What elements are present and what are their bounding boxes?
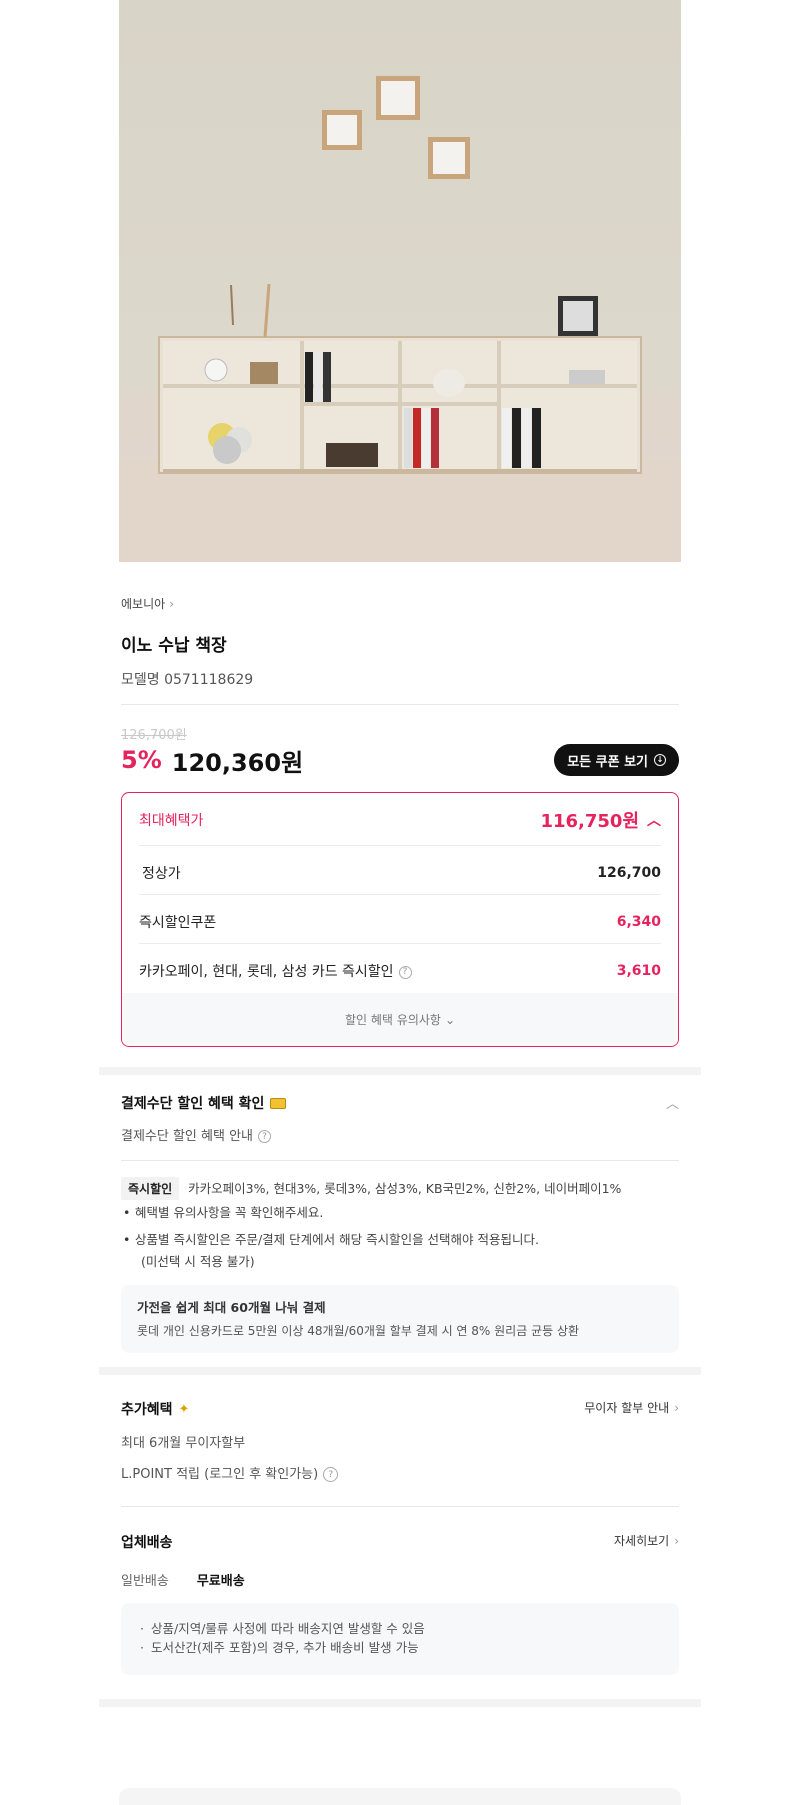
payment-note-extra: (미선택 시 적용 불가)	[141, 1254, 255, 1269]
instant-discount-chip: 즉시할인	[121, 1177, 180, 1200]
all-coupons-button[interactable]: 모든 쿠폰 보기 ↓	[554, 744, 679, 776]
benefit-row-label: 즉시할인쿠폰	[139, 915, 217, 931]
product-image	[119, 0, 681, 562]
section-divider	[99, 1067, 701, 1075]
divider	[139, 845, 661, 846]
discount-notice-label: 할인 혜택 유의사항	[344, 1013, 441, 1027]
benefit-row-value: 3,610	[616, 963, 661, 979]
benefit-row-label: 정상가	[142, 866, 181, 882]
payment-benefit-header[interactable]: 결제수단 할인 혜택 확인 ︿	[121, 1093, 679, 1113]
delivery-type: 일반배송 무료배송	[121, 1570, 679, 1589]
chevron-right-icon: ›	[674, 1533, 679, 1548]
section-divider	[99, 1699, 701, 1707]
help-icon: ?	[323, 1467, 339, 1482]
delivery-detail-link[interactable]: 자세히보기 ›	[614, 1532, 679, 1549]
help-icon: ?	[258, 1130, 271, 1143]
chevron-up-icon: ︿	[665, 1097, 679, 1112]
discount-rate: 5%	[121, 746, 162, 774]
lpoint-label: L.POINT 적립 (로그인 후 확인가능)	[121, 1467, 319, 1482]
instant-discount-line: 즉시할인 카카오페이3%, 현대3%, 롯데3%, 삼성3%, KB국민2%, 신…	[121, 1177, 679, 1200]
coupon-button-label: 모든 쿠폰 보기	[567, 754, 648, 770]
chevron-right-icon: ›	[674, 1400, 679, 1415]
help-icon[interactable]: ?	[398, 965, 412, 979]
installment-card: 가전을 쉽게 최대 60개월 나눠 결제 롯데 개인 신용카드로 5만원 이상 …	[121, 1285, 679, 1353]
delivery-note: 상품/지역/물류 사정에 따라 배송지연 발생할 수 있음	[137, 1619, 425, 1638]
discount-notice-toggle[interactable]: 할인 혜택 유의사항 ⌄	[122, 993, 678, 1046]
interest-free-link[interactable]: 무이자 할부 안내 ›	[584, 1399, 679, 1416]
delivery-detail-label: 자세히보기	[613, 1534, 670, 1548]
original-price: 126,700원	[121, 728, 187, 743]
price-line: 5% 120,360원 모든 쿠폰 보기 ↓	[121, 744, 679, 777]
benefit-row: 즉시할인쿠폰 6,340	[139, 902, 661, 942]
download-icon: ↓	[654, 754, 666, 766]
max-benefit-row[interactable]: 최대혜택가 116,750원 ︿	[139, 805, 661, 835]
next-section-card	[119, 1788, 681, 1805]
divider	[139, 943, 661, 944]
divider	[121, 1506, 679, 1507]
delivery-fee-label: 무료배송	[196, 1574, 245, 1589]
payment-note: 혜택별 유의사항을 꼭 확인해주세요.	[121, 1202, 679, 1224]
benefit-row-value: 126,700	[597, 865, 661, 881]
delivery-note: 도서산간(제주 포함)의 경우, 추가 배송비 발생 가능	[137, 1638, 425, 1657]
lpoint-line[interactable]: L.POINT 적립 (로그인 후 확인가능)?	[121, 1463, 679, 1482]
benefit-row: 카카오페이, 현대, 롯데, 삼성 카드 즉시할인? 3,610	[139, 951, 661, 991]
max-benefit-label: 최대혜택가	[139, 813, 204, 829]
chevron-up-icon: ︿	[647, 813, 661, 829]
brand-name: 에보니아	[121, 597, 166, 611]
payment-note: 상품별 즉시할인은 주문/결제 단계에서 해당 즉시할인을 선택해야 적용됩니다…	[121, 1229, 679, 1251]
extra-benefit-line: 최대 6개월 무이자할부	[121, 1436, 246, 1451]
benefit-row-value: 6,340	[616, 914, 661, 930]
installment-title: 가전을 쉽게 최대 60개월 나눠 결제	[137, 1300, 326, 1315]
delivery-notice-card: 상품/지역/물류 사정에 따라 배송지연 발생할 수 있음 도서산간(제주 포함…	[121, 1603, 679, 1675]
benefit-row: 정상가 126,700	[139, 853, 661, 893]
product-model: 모델명 0571118629	[121, 672, 254, 688]
card-icon	[270, 1097, 287, 1109]
benefit-row-label: 카카오페이, 현대, 롯데, 삼성 카드 즉시할인	[139, 964, 394, 980]
divider	[139, 894, 661, 895]
chevron-down-icon: ⌄	[444, 1012, 455, 1027]
extra-benefit-header: 추가혜택 ✦ 무이자 할부 안내 ›	[121, 1399, 679, 1419]
section-divider	[99, 1367, 701, 1375]
divider	[121, 704, 679, 705]
max-benefit-value: 116,750원	[540, 811, 639, 832]
delivery-title: 업체배송	[121, 1535, 173, 1551]
installment-desc: 롯데 개인 신용카드로 5만원 이상 48개월/60개월 할부 결제 시 연 8…	[137, 1324, 580, 1338]
payment-benefit-subtitle: 결제수단 할인 혜택 안내	[121, 1129, 253, 1144]
brand-link[interactable]: 에보니아 ›	[121, 595, 679, 612]
instant-discount-cards: 카카오페이3%, 현대3%, 롯데3%, 삼성3%, KB국민2%, 신한2%,…	[188, 1181, 622, 1196]
delivery-header: 업체배송 자세히보기 ›	[121, 1532, 679, 1552]
sale-price: 120,360원	[171, 748, 304, 777]
max-benefit-box: 최대혜택가 116,750원 ︿ 정상가 126,700 즉시할인쿠폰 6,34…	[121, 792, 679, 1047]
extra-benefit-title: 추가혜택	[121, 1402, 173, 1418]
product-title: 이노 수납 책장	[121, 636, 227, 656]
payment-benefit-title: 결제수단 할인 혜택 확인	[121, 1096, 265, 1112]
payment-benefit-guide[interactable]: 결제수단 할인 혜택 안내?	[121, 1125, 679, 1144]
party-popper-icon: ✦	[178, 1401, 190, 1417]
chevron-right-icon: ›	[169, 596, 174, 611]
divider	[121, 1160, 679, 1161]
payment-notes: 혜택별 유의사항을 꼭 확인해주세요. 상품별 즉시할인은 주문/결제 단계에서…	[121, 1202, 679, 1273]
interest-free-label: 무이자 할부 안내	[584, 1401, 670, 1415]
delivery-type-label: 일반배송	[121, 1574, 169, 1589]
